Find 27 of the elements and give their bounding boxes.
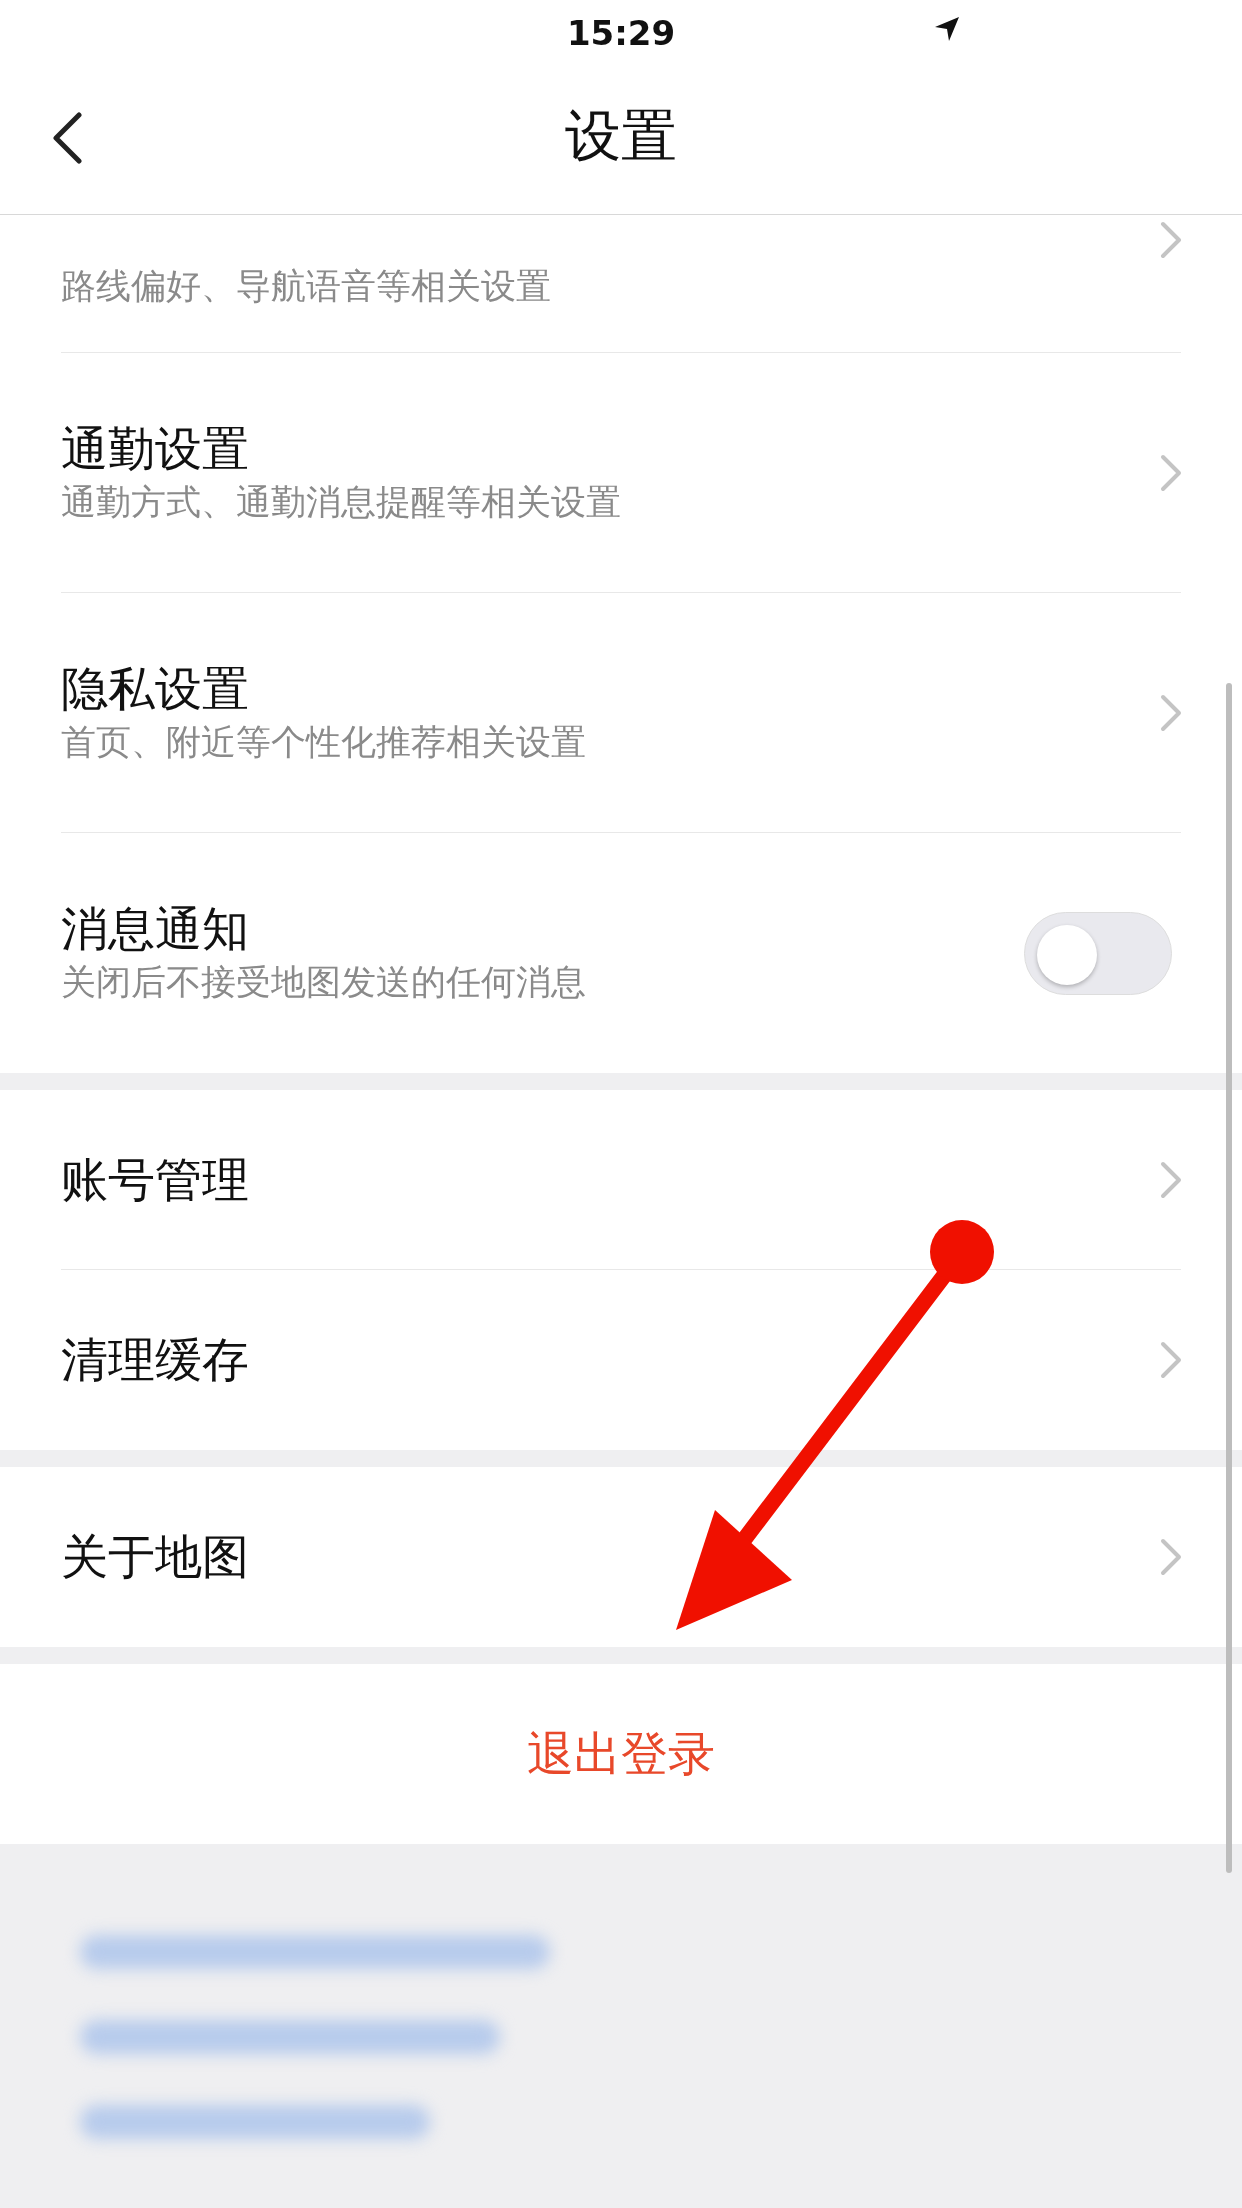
chevron-icon bbox=[1160, 1161, 1182, 1199]
chevron-icon bbox=[1160, 1538, 1182, 1576]
settings-row[interactable]: 隐私设置 首页、附近等个性化推荐相关设置 bbox=[0, 593, 1242, 833]
chevron-icon bbox=[1160, 1341, 1182, 1379]
row-subtitle: 路线偏好、导航语音等相关设置 bbox=[61, 265, 552, 309]
chevron-icon bbox=[1160, 694, 1182, 732]
row-title: 隐私设置 bbox=[61, 660, 250, 718]
chevron-icon bbox=[1160, 454, 1182, 492]
settings-row[interactable]: 关于地图 bbox=[0, 1467, 1242, 1647]
row-title: 消息通知 bbox=[61, 900, 250, 958]
location-icon bbox=[934, 16, 960, 42]
row-title: 账号管理 bbox=[61, 1151, 250, 1209]
logout-button[interactable]: 退出登录 bbox=[521, 1717, 721, 1791]
row-subtitle: 首页、附近等个性化推荐相关设置 bbox=[61, 721, 587, 765]
row-title: 清理缓存 bbox=[61, 1331, 250, 1389]
settings-row[interactable]: 通勤设置 通勤方式、通勤消息提醒等相关设置 bbox=[0, 353, 1242, 593]
row-title: 通勤设置 bbox=[61, 420, 250, 478]
back-icon[interactable] bbox=[52, 112, 82, 164]
settings-row[interactable]: 清理缓存 bbox=[0, 1270, 1242, 1450]
status-time: 15:29 bbox=[565, 12, 677, 55]
chevron-icon bbox=[1160, 221, 1182, 259]
row-title: 关于地图 bbox=[61, 1528, 250, 1586]
row-subtitle: 关闭后不接受地图发送的任何消息 bbox=[61, 961, 587, 1005]
settings-row[interactable]: 账号管理 bbox=[0, 1090, 1242, 1270]
page-title: 设置 bbox=[564, 102, 678, 170]
settings-row[interactable]: 消息通知 关闭后不接受地图发送的任何消息 bbox=[0, 833, 1242, 1073]
row-subtitle: 通勤方式、通勤消息提醒等相关设置 bbox=[61, 481, 622, 525]
